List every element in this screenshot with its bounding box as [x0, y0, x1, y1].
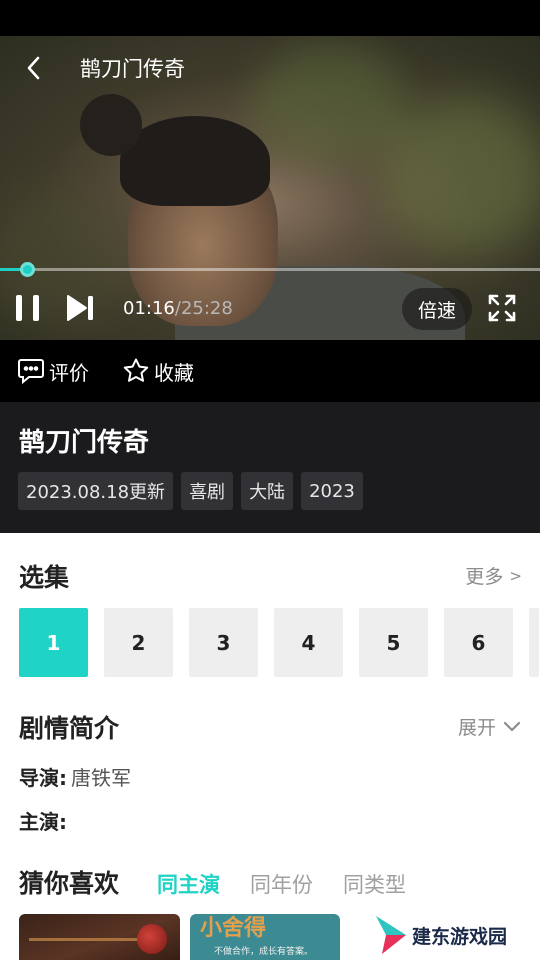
more-episodes-link[interactable]: 更多 > — [465, 562, 522, 589]
recommend-card[interactable]: 小舍得 不做合作，成长有答案。 — [190, 914, 340, 960]
review-button[interactable]: 评价 — [17, 354, 89, 388]
episodes-heading: 选集 — [19, 563, 70, 592]
tab-same-year[interactable]: 同年份 — [250, 869, 313, 899]
tag-region: 大陆 — [241, 472, 294, 510]
favorite-button[interactable]: 收藏 — [122, 354, 194, 388]
cast-row: 主演: — [19, 806, 71, 835]
poster-caption: 不做合作，成长有答案。 — [214, 947, 314, 957]
episode-item-partial[interactable] — [529, 608, 539, 677]
recommend-cards: 小舍得 不做合作，成长有答案。 — [19, 914, 340, 960]
tag-update-date: 2023.08.18更新 — [18, 472, 174, 510]
tag-year: 2023 — [301, 472, 363, 510]
show-tags: 2023.08.18更新 喜剧 大陆 2023 — [18, 472, 363, 510]
review-label: 评价 — [49, 360, 89, 385]
show-title: 鹊刀门传奇 — [19, 428, 150, 458]
recommend-heading: 猜你喜欢 — [19, 869, 120, 898]
director-value: 唐铁军 — [71, 766, 131, 790]
player-top-bar: 鹊刀门传奇 — [0, 36, 540, 98]
episode-list: 1 2 3 4 5 6 — [19, 608, 539, 677]
episode-item[interactable]: 3 — [189, 608, 258, 677]
favorite-label: 收藏 — [154, 360, 194, 385]
episode-item[interactable]: 6 — [444, 608, 513, 677]
back-icon — [27, 56, 40, 80]
status-bar — [0, 0, 540, 36]
video-frame-figure — [80, 94, 142, 156]
tag-genre: 喜剧 — [181, 472, 234, 510]
total-time: 25:28 — [180, 298, 233, 319]
recommend-tabs: 同主演 同年份 同类型 — [157, 869, 406, 899]
director-label: 导演: — [19, 766, 67, 790]
video-frame-figure — [120, 116, 270, 206]
pause-button[interactable] — [10, 290, 46, 326]
watermark-text: 建东游戏园 — [412, 925, 508, 948]
pause-icon — [16, 295, 39, 321]
synopsis-heading: 剧情简介 — [19, 714, 120, 743]
next-icon — [67, 295, 93, 321]
current-time: 01:16 — [123, 298, 175, 319]
episode-item[interactable]: 4 — [274, 608, 343, 677]
poster-title: 小舍得 — [200, 915, 267, 941]
back-button[interactable] — [16, 50, 52, 86]
next-episode-button[interactable] — [62, 290, 98, 326]
recommend-card[interactable] — [19, 914, 180, 960]
episode-item[interactable]: 5 — [359, 608, 428, 677]
player-title: 鹊刀门传奇 — [80, 57, 185, 81]
progress-thumb[interactable] — [20, 262, 35, 277]
progress-track[interactable] — [0, 268, 540, 271]
star-icon — [123, 358, 149, 382]
fullscreen-icon — [488, 294, 516, 322]
playback-time: 01:16/25:28 — [123, 298, 233, 319]
cast-label: 主演: — [19, 810, 67, 834]
director-row: 导演: 唐铁军 — [19, 762, 131, 791]
tab-same-genre[interactable]: 同类型 — [343, 869, 406, 899]
episode-item[interactable]: 1 — [19, 608, 88, 677]
poster-art — [29, 938, 139, 941]
chevron-down-icon — [503, 721, 521, 731]
show-info-panel: 鹊刀门传奇 2023.08.18更新 喜剧 大陆 2023 — [0, 402, 540, 533]
action-bar: 评价 收藏 — [0, 340, 540, 402]
speed-button[interactable]: 倍速 — [402, 288, 472, 330]
more-label: 更多 — [465, 566, 504, 588]
logo-icon — [376, 916, 406, 954]
tab-same-cast[interactable]: 同主演 — [157, 869, 220, 899]
expand-label: 展开 — [457, 717, 496, 739]
episode-item[interactable]: 2 — [104, 608, 173, 677]
video-frame-foliage — [380, 96, 540, 256]
fullscreen-button[interactable] — [484, 290, 520, 326]
comment-icon — [18, 359, 44, 384]
watermark-logo: 建东游戏园 — [374, 912, 524, 958]
expand-synopsis-button[interactable]: 展开 — [458, 713, 522, 740]
poster-art — [137, 924, 167, 954]
more-arrow: > — [509, 566, 522, 585]
